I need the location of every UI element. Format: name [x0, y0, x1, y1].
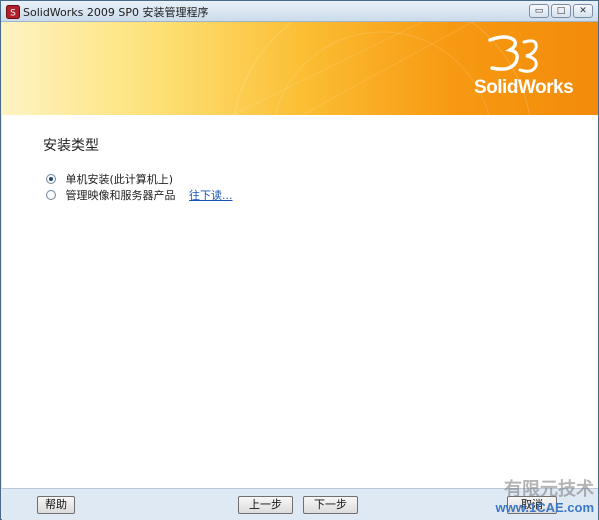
- maximize-icon: □: [556, 6, 566, 16]
- help-button[interactable]: 帮助: [37, 496, 75, 514]
- site-watermark: 有限元技术 www.1CAE.com: [474, 479, 594, 519]
- watermark-top-text: 有限元技术: [504, 479, 594, 500]
- maximize-button[interactable]: □: [551, 4, 571, 18]
- back-button[interactable]: 上一步: [238, 496, 293, 514]
- 3ds-logo-icon: [488, 35, 538, 73]
- option-admin-image-label: 管理映像和服务器产品: [65, 189, 176, 202]
- section-title: 安装类型: [43, 138, 99, 154]
- read-more-link[interactable]: 往下读...: [189, 189, 233, 202]
- svg-text:S: S: [10, 9, 16, 19]
- radio-admin-image[interactable]: [46, 190, 56, 200]
- minimize-icon: ▭: [534, 6, 544, 16]
- next-button[interactable]: 下一步: [303, 496, 358, 514]
- close-button[interactable]: ✕: [573, 4, 593, 18]
- installer-window: S SolidWorks 2009 SP0 安装管理程序 ▭ □ ✕ Solid…: [0, 0, 599, 520]
- solidworks-app-icon: S: [6, 4, 20, 19]
- radio-standalone[interactable]: [46, 174, 56, 184]
- window-title: SolidWorks 2009 SP0 安装管理程序: [23, 6, 209, 19]
- logo-wordmark: SolidWorks: [474, 77, 574, 98]
- watermark-url: www.1CAE.com: [495, 500, 594, 515]
- option-standalone[interactable]: 单机安装(此计算机上): [46, 171, 174, 186]
- close-icon: ✕: [579, 6, 587, 16]
- option-admin-image[interactable]: 管理映像和服务器产品 往下读...: [46, 187, 233, 202]
- main-content: 安装类型 单机安装(此计算机上) 管理映像和服务器产品 往下读...: [2, 115, 598, 488]
- solidworks-logo: SolidWorks: [466, 32, 576, 104]
- option-standalone-label: 单机安装(此计算机上): [65, 173, 174, 186]
- minimize-button[interactable]: ▭: [529, 4, 549, 18]
- title-bar: S SolidWorks 2009 SP0 安装管理程序 ▭ □ ✕: [1, 1, 598, 22]
- header-banner: SolidWorks: [2, 22, 598, 115]
